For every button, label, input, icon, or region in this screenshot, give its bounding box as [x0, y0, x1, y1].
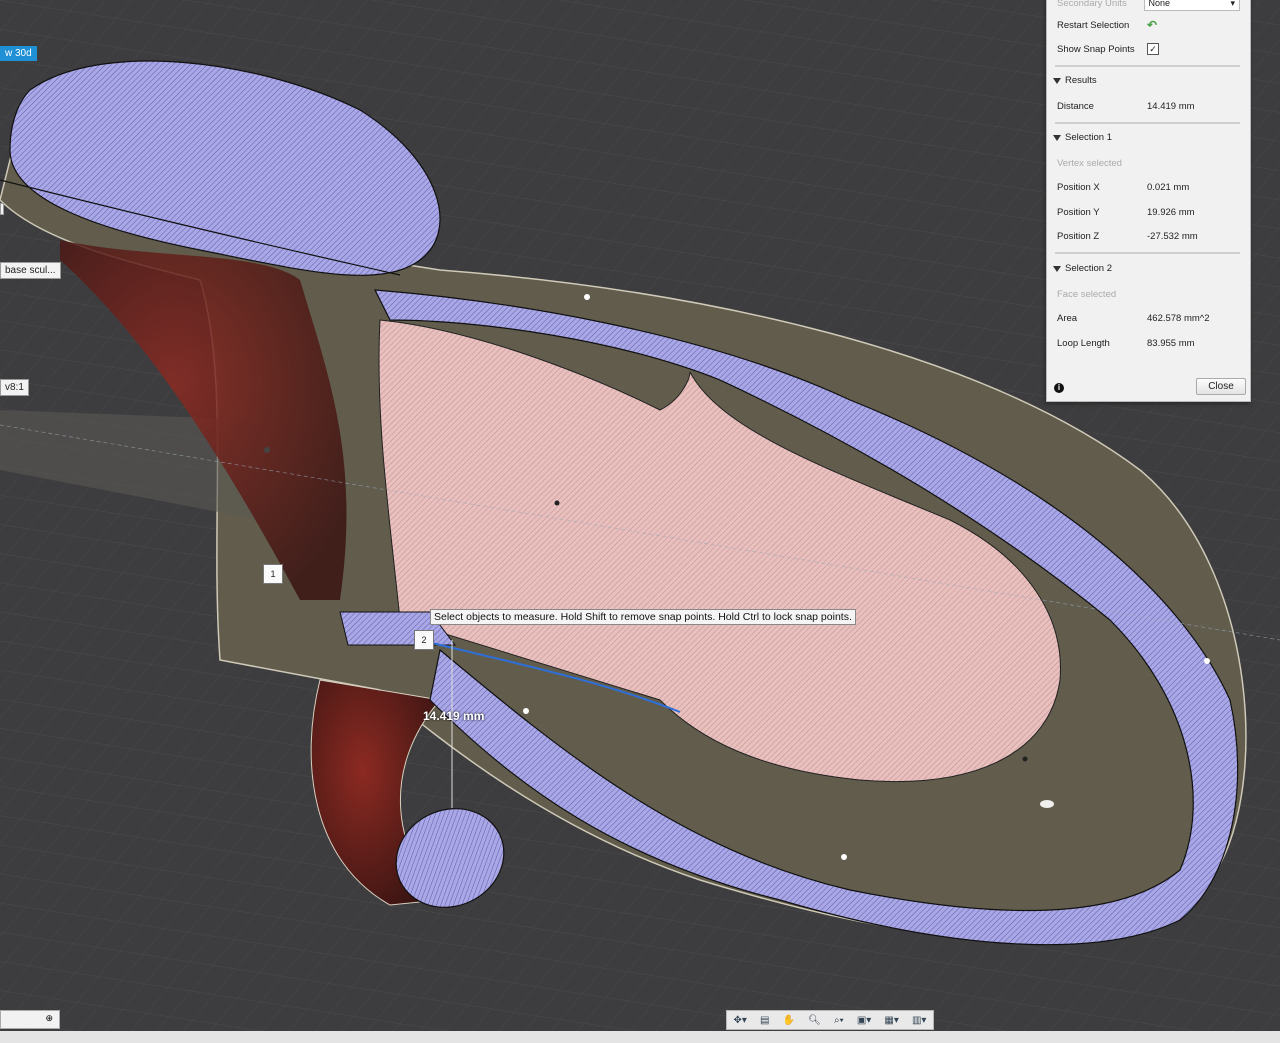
display-settings-icon[interactable]: ▣▾	[856, 1015, 872, 1026]
collapse-triangle-icon	[1053, 77, 1061, 84]
selection1-title: Selection 1	[1065, 132, 1113, 143]
position-y-value: 19.926 mm	[1147, 206, 1195, 218]
highlight	[1040, 800, 1054, 808]
area-value: 462.578 mm^2	[1147, 312, 1210, 324]
secondary-units-label: Secondary Units	[1057, 0, 1127, 9]
chevron-down-icon: ▾	[1230, 0, 1235, 8]
show-snap-points-label: Show Snap Points	[1057, 43, 1135, 55]
snap-point[interactable]	[264, 447, 270, 453]
divider	[1055, 122, 1240, 124]
snap-point[interactable]	[554, 500, 560, 506]
results-title: Results	[1065, 75, 1097, 86]
navigation-toolbar: ✥▾ ▤ ✋ 🔍︎ ⌕▾ ▣▾ ▦▾ ▥▾	[726, 1010, 934, 1030]
pan-icon[interactable]: ✋	[782, 1015, 796, 1026]
collapse-triangle-icon	[1053, 134, 1061, 141]
close-button[interactable]: Close	[1196, 378, 1246, 395]
selection1-status: Vertex selected	[1057, 157, 1122, 169]
browser-tag-version[interactable]: v8:1	[0, 379, 29, 396]
look-at-icon[interactable]: ▤	[759, 1015, 770, 1026]
divider	[1055, 65, 1240, 67]
divider	[1055, 252, 1240, 254]
selection-marker-2: 2	[414, 630, 434, 650]
position-x-label: Position X	[1057, 181, 1100, 193]
selection-marker-1: 1	[263, 564, 283, 584]
collapse-triangle-icon	[1053, 265, 1061, 272]
snap-point[interactable]	[1204, 658, 1210, 664]
measure-panel: Secondary Units None ▾ Restart Selection…	[1046, 0, 1251, 402]
position-z-label: Position Z	[1057, 230, 1100, 242]
browser-tag-body[interactable]: base scul...	[0, 262, 61, 279]
selection2-title: Selection 2	[1065, 263, 1113, 274]
distance-value: 14.419 mm	[1147, 100, 1195, 112]
selection1-header[interactable]: Selection 1	[1053, 132, 1112, 143]
browser-tag-view[interactable]: w 30d	[0, 46, 37, 61]
position-y-label: Position Y	[1057, 206, 1100, 218]
info-icon[interactable]: i	[1054, 383, 1064, 393]
orbit-icon[interactable]: ✥▾	[733, 1015, 748, 1026]
snap-point[interactable]	[1022, 756, 1028, 762]
fit-icon[interactable]: ⌕▾	[833, 1015, 845, 1026]
secondary-units-value: None	[1148, 0, 1171, 8]
distance-label: 14.419 mm	[423, 709, 485, 723]
comments-panel[interactable]: ⊕	[0, 1010, 60, 1029]
loop-length-value: 83.955 mm	[1147, 337, 1195, 349]
position-x-value: 0.021 mm	[1147, 181, 1190, 193]
measure-tooltip: Select objects to measure. Hold Shift to…	[430, 609, 856, 625]
show-snap-points-checkbox[interactable]: ✓	[1147, 43, 1159, 55]
browser-tag-stub[interactable]	[0, 203, 4, 215]
viewports-icon[interactable]: ▥▾	[911, 1015, 927, 1026]
grid-settings-icon[interactable]: ▦▾	[883, 1015, 899, 1026]
restart-selection-label: Restart Selection	[1057, 19, 1130, 31]
area-label: Area	[1057, 312, 1078, 324]
results-header[interactable]: Results	[1053, 75, 1097, 86]
zoom-icon[interactable]: 🔍︎	[807, 1015, 822, 1026]
loop-length-label: Loop Length	[1057, 337, 1110, 349]
selection2-header[interactable]: Selection 2	[1053, 263, 1112, 274]
restart-icon[interactable]: ↶	[1147, 18, 1157, 32]
status-bar	[0, 1031, 1280, 1043]
snap-point[interactable]	[584, 294, 590, 300]
secondary-units-select[interactable]: None ▾	[1143, 0, 1240, 11]
distance-label-text: Distance	[1057, 100, 1094, 112]
selection2-status: Face selected	[1057, 288, 1117, 300]
snap-point[interactable]	[841, 854, 847, 860]
snap-point[interactable]	[523, 708, 529, 714]
add-icon[interactable]: ⊕	[45, 1013, 53, 1024]
position-z-value: -27.532 mm	[1147, 230, 1198, 242]
